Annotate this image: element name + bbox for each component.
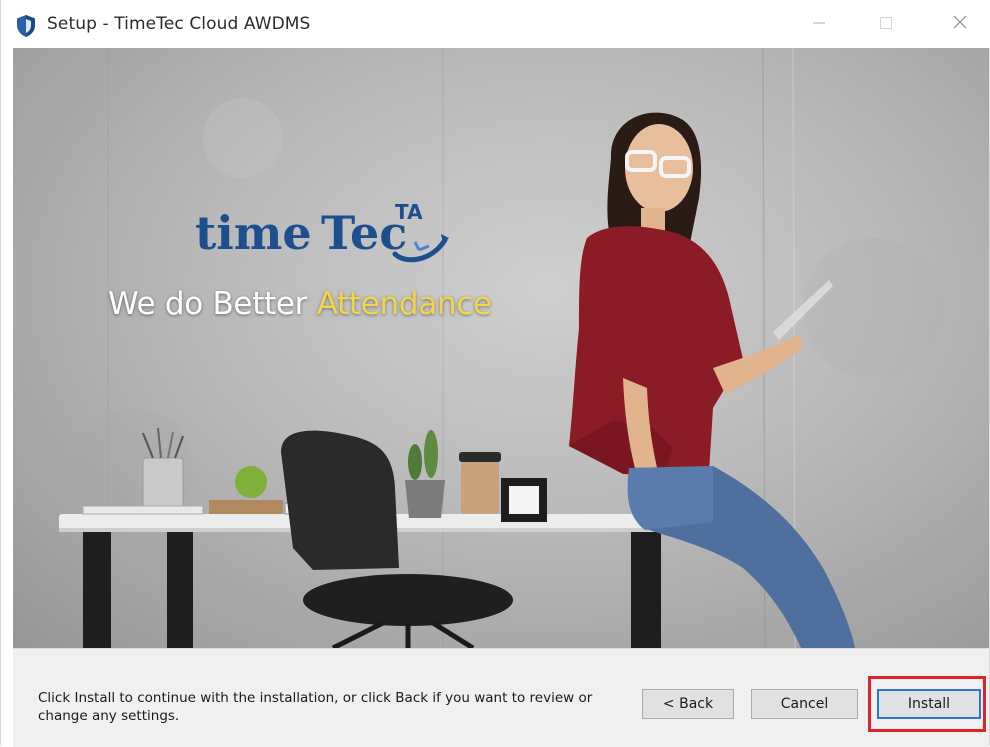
timetec-logo: time Tec TA xyxy=(195,200,455,280)
logo-text-time: time xyxy=(195,206,312,260)
setup-window: Setup - TimeTec Cloud AWDMS time Tec TA … xyxy=(0,0,990,747)
wizard-footer: Click Install to continue with the insta… xyxy=(13,648,989,747)
app-shield-icon xyxy=(15,14,37,38)
hero-illustration xyxy=(59,48,943,648)
hero-tagline: We do Better Attendance xyxy=(108,286,492,322)
minimize-icon xyxy=(812,15,826,34)
close-icon xyxy=(952,14,968,34)
window-title: Setup - TimeTec Cloud AWDMS xyxy=(47,14,311,34)
tagline-highlight: Attendance xyxy=(316,286,492,322)
minimize-button[interactable] xyxy=(796,0,842,48)
hero-banner: time Tec TA We do Better Attendance xyxy=(13,48,989,648)
maximize-button[interactable] xyxy=(863,0,909,48)
install-button[interactable]: Install xyxy=(877,689,981,719)
tagline-prefix: We do Better xyxy=(108,286,317,322)
install-instructions: Click Install to continue with the insta… xyxy=(38,690,593,724)
maximize-icon xyxy=(879,15,893,34)
title-bar[interactable]: Setup - TimeTec Cloud AWDMS xyxy=(1,0,990,48)
back-button[interactable]: < Back xyxy=(642,689,734,719)
logo-text-ta: TA xyxy=(395,200,423,224)
close-button[interactable] xyxy=(937,0,983,48)
cancel-button[interactable]: Cancel xyxy=(751,689,858,719)
